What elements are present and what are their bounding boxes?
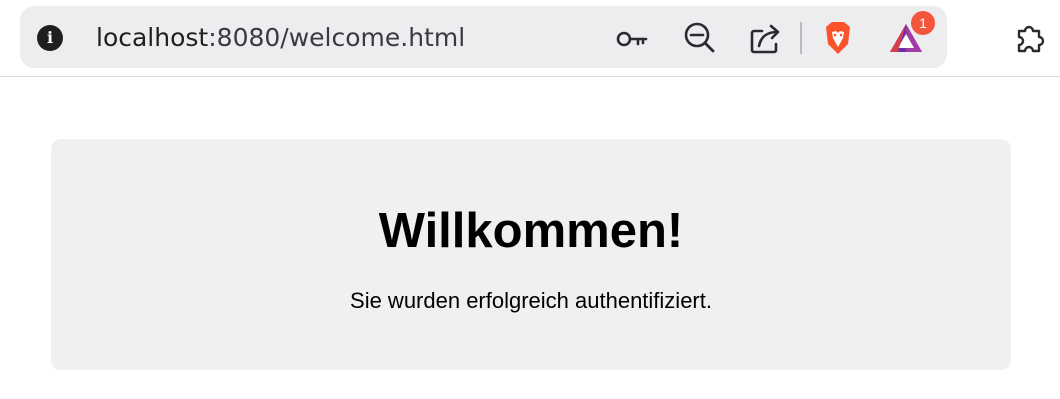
zoom-out-icon[interactable] [678,17,720,59]
browser-toolbar: i localhost:8080/welcome.html 1 [0,0,1060,77]
brave-shields-icon[interactable] [817,17,859,59]
rewards-badge: 1 [911,11,935,35]
url-path: :8080/welcome.html [208,23,466,52]
url-host: localhost [96,23,209,52]
auth-success-message: Sie wurden erfolgreich authentifiziert. [350,288,712,313]
key-icon[interactable] [611,17,653,59]
toolbar-divider [800,22,802,54]
info-icon[interactable]: i [37,25,63,51]
url-text[interactable]: localhost:8080/welcome.html [96,20,465,56]
page-title: Willkommen! [378,204,684,258]
welcome-card: Willkommen! Sie wurden erfolgreich authe… [51,139,1011,370]
extensions-icon[interactable] [1009,17,1051,59]
share-icon[interactable] [744,17,786,59]
